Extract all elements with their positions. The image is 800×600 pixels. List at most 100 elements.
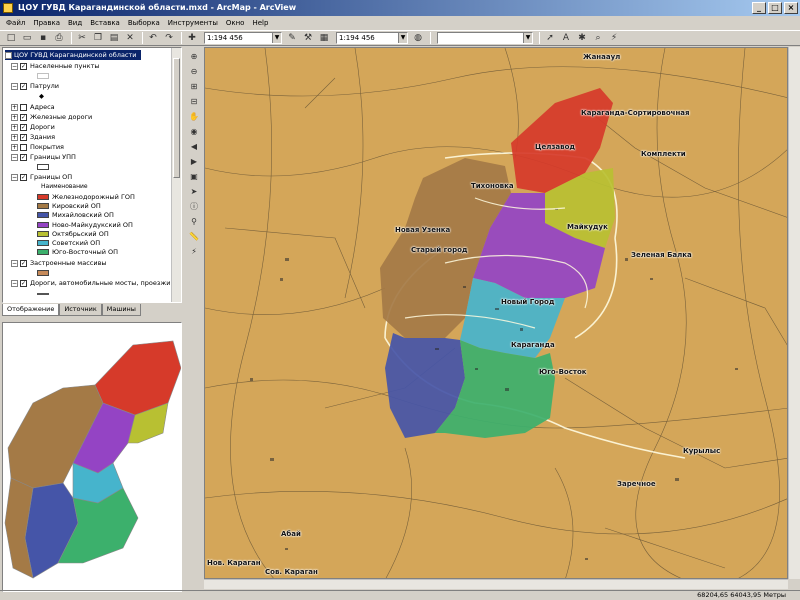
pan-icon[interactable]: ✋ <box>187 110 201 122</box>
layer-zastroennye[interactable]: − ✓ Застроенные массивы <box>11 258 107 268</box>
collapse-icon[interactable]: − <box>5 51 12 59</box>
legend-label: Октябрьский ОП <box>52 229 109 238</box>
layer-naselennye[interactable]: − ✓ Населенные пункты <box>11 61 100 71</box>
visibility-checkbox[interactable]: ✓ <box>20 133 27 141</box>
visibility-checkbox[interactable]: ✓ <box>20 259 27 267</box>
editor-icon[interactable]: ✎ <box>285 32 299 44</box>
pointer-icon[interactable]: ➚ <box>543 32 557 44</box>
info-icon[interactable]: ⓘ <box>187 200 201 212</box>
layer-granitsy-op[interactable]: − ✓ Границы ОП <box>11 172 72 182</box>
layer-patrul[interactable]: − ✓ Патрули <box>11 81 59 91</box>
visibility-checkbox[interactable]: ✓ <box>20 123 27 131</box>
menu-tools[interactable]: Инструменты <box>168 19 218 27</box>
toc-root[interactable]: − ЦОУ ГУВД Карагандинской области <box>5 50 141 60</box>
zoom-out-icon[interactable]: ⊖ <box>187 65 201 77</box>
redo-icon[interactable]: ↷ <box>162 32 176 44</box>
menu-bar: Файл Правка Вид Вставка Выборка Инструме… <box>0 16 800 30</box>
tab-machines[interactable]: Машины <box>101 304 141 316</box>
forward-extent-icon[interactable]: ▶ <box>187 155 201 167</box>
fixed-zoom-out-icon[interactable]: ⊟ <box>187 95 201 107</box>
copy-icon[interactable]: ❐ <box>91 32 105 44</box>
map-view[interactable]: Жанааул Караганда-Сортировочная Целзавод… <box>204 47 788 579</box>
text-tool-icon[interactable]: A <box>559 32 573 44</box>
layer-pokrytiya[interactable]: + Покрытия <box>11 142 64 152</box>
collapse-icon[interactable]: − <box>11 173 18 181</box>
legend-heading: Наименование <box>41 183 88 190</box>
layer-dorogi-mosty[interactable]: − ✓ Дороги, автомобильные мосты, проезжи <box>11 278 170 288</box>
find-icon[interactable]: ⌕ <box>591 32 605 44</box>
cut-icon[interactable]: ✂ <box>75 32 89 44</box>
visibility-checkbox[interactable]: ✓ <box>20 173 27 181</box>
expand-icon[interactable]: + <box>11 133 18 141</box>
layer-combo[interactable]: ▼ <box>437 32 533 44</box>
collapse-icon[interactable]: − <box>11 259 18 267</box>
collapse-icon[interactable]: − <box>11 279 18 287</box>
close-button[interactable]: × <box>784 2 798 14</box>
tab-display[interactable]: Отображение <box>2 304 60 316</box>
title-bar: ЦОУ ГУВД Карагандинской области.mxd - Ar… <box>0 0 800 16</box>
visibility-checkbox[interactable]: ✓ <box>20 113 27 121</box>
layout-icon[interactable]: ▦ <box>317 32 331 44</box>
expand-icon[interactable]: + <box>11 143 18 151</box>
save-icon[interactable]: ▪ <box>36 32 50 44</box>
undo-icon[interactable]: ↶ <box>146 32 160 44</box>
toc-scrollbar[interactable] <box>171 48 181 302</box>
overview-map[interactable] <box>2 322 182 592</box>
menu-view[interactable]: Вид <box>68 19 82 27</box>
delete-icon[interactable]: ✕ <box>123 32 137 44</box>
menu-edit[interactable]: Правка <box>33 19 60 27</box>
arc-toolbox-icon[interactable]: ⚒ <box>301 32 315 44</box>
tab-source[interactable]: Источник <box>59 304 102 316</box>
layer-adresa[interactable]: + Адреса <box>11 102 55 112</box>
expand-icon[interactable]: + <box>11 103 18 111</box>
scale-combo-1[interactable]: 1:194 456 ▼ <box>204 32 282 44</box>
hyperlink-tool-icon[interactable]: ⚡ <box>187 245 201 257</box>
back-extent-icon[interactable]: ◀ <box>187 140 201 152</box>
menu-selection[interactable]: Выборка <box>128 19 160 27</box>
map-vertical-scrollbar[interactable] <box>788 47 800 579</box>
label-maikuduk: Майкудук <box>567 223 608 231</box>
minimize-button[interactable]: _ <box>752 2 766 14</box>
visibility-checkbox[interactable]: ✓ <box>20 82 27 90</box>
expand-icon[interactable]: + <box>11 123 18 131</box>
globe-icon[interactable]: ◍ <box>411 32 425 44</box>
layer-dorogi[interactable]: + ✓ Дороги <box>11 122 55 132</box>
collapse-icon[interactable]: − <box>11 82 18 90</box>
hyperlink-icon[interactable]: ⚡ <box>607 32 621 44</box>
visibility-checkbox[interactable]: ✓ <box>20 62 27 70</box>
chevron-down-icon: ▼ <box>398 33 407 43</box>
identify-icon[interactable]: ✱ <box>575 32 589 44</box>
open-icon[interactable]: ▭ <box>20 32 34 44</box>
map-horizontal-scrollbar[interactable] <box>204 579 788 589</box>
select-features-icon[interactable]: ▣ <box>187 170 201 182</box>
layer-zhd[interactable]: + ✓ Железные дороги <box>11 112 92 122</box>
new-icon[interactable]: □ <box>4 32 18 44</box>
menu-help[interactable]: Help <box>252 19 268 27</box>
legend-swatch <box>37 249 49 256</box>
menu-window[interactable]: Окно <box>226 19 245 27</box>
zoom-in-icon[interactable]: ⊕ <box>187 50 201 62</box>
binoculars-icon[interactable]: ⚲ <box>187 215 201 227</box>
measure-icon[interactable]: 📏 <box>187 230 201 242</box>
visibility-checkbox[interactable]: ✓ <box>20 279 27 287</box>
collapse-icon[interactable]: − <box>11 153 18 161</box>
expand-icon[interactable]: + <box>11 113 18 121</box>
full-extent-icon[interactable]: ◉ <box>187 125 201 137</box>
menu-file[interactable]: Файл <box>6 19 25 27</box>
collapse-icon[interactable]: − <box>11 62 18 70</box>
layer-zdaniya[interactable]: + ✓ Здания <box>11 132 55 142</box>
scale-combo-2[interactable]: 1:194 456 ▼ <box>336 32 408 44</box>
print-icon[interactable]: ⎙ <box>52 32 66 44</box>
fixed-zoom-in-icon[interactable]: ⊞ <box>187 80 201 92</box>
scroll-thumb[interactable] <box>173 58 180 178</box>
menu-insert[interactable]: Вставка <box>90 19 120 27</box>
select-elements-icon[interactable]: ➤ <box>187 185 201 197</box>
legend-swatch <box>37 203 49 210</box>
add-data-icon[interactable]: ✚ <box>185 32 199 44</box>
visibility-checkbox[interactable] <box>20 143 27 151</box>
visibility-checkbox[interactable]: ✓ <box>20 153 27 161</box>
paste-icon[interactable]: ▤ <box>107 32 121 44</box>
visibility-checkbox[interactable] <box>20 103 27 111</box>
layer-granitsy-upp[interactable]: − ✓ Границы УПП <box>11 152 76 162</box>
maximize-button[interactable]: □ <box>768 2 782 14</box>
